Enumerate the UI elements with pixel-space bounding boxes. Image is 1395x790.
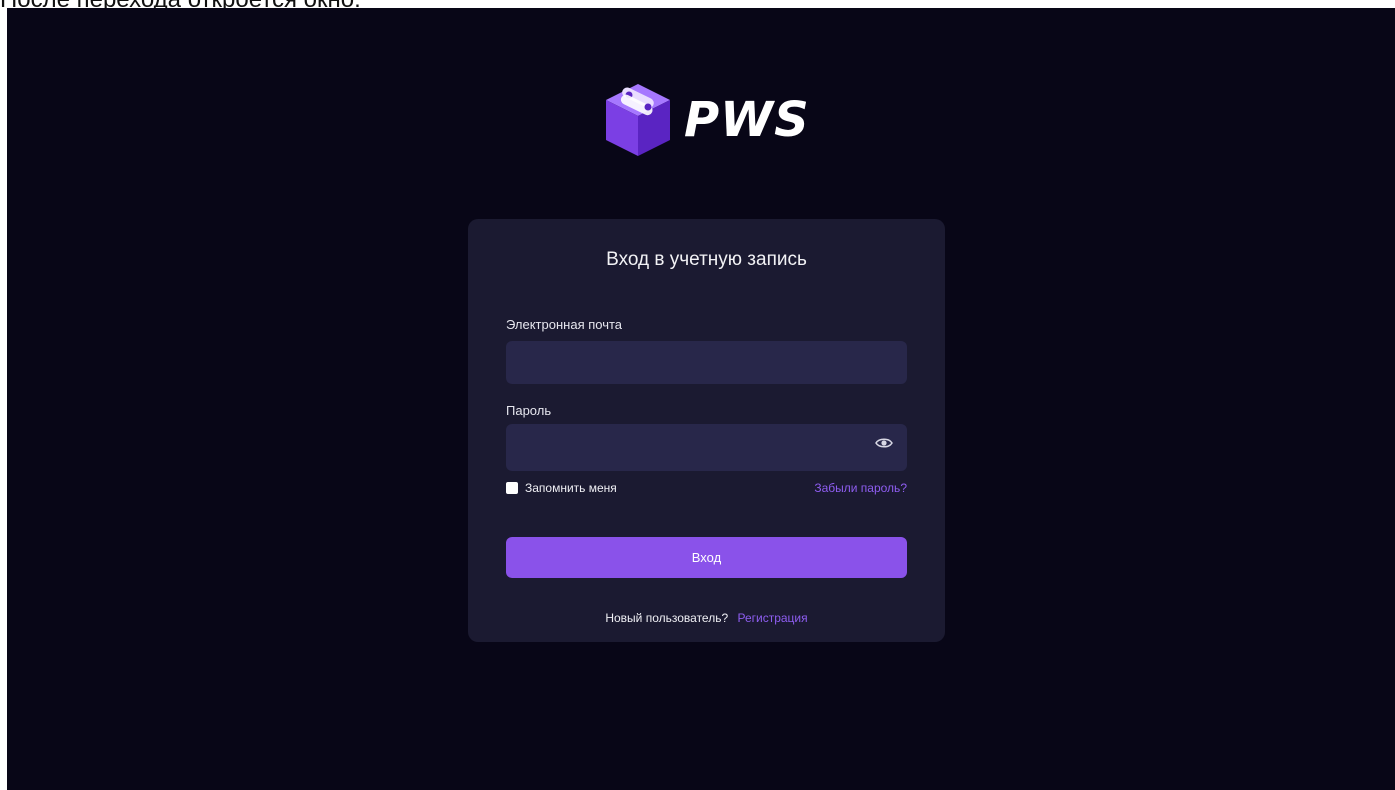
password-label: Пароль — [506, 403, 552, 418]
remember-me[interactable]: Запомнить меня — [506, 481, 617, 495]
register-link[interactable]: Регистрация — [737, 611, 807, 625]
cube-logo-icon — [606, 84, 670, 156]
register-prompt: Новый пользователь? Регистрация — [468, 611, 945, 625]
login-screen: PWS Вход в учетную запись Электронная по… — [7, 8, 1395, 790]
remember-label: Запомнить меня — [525, 481, 617, 495]
login-card: Вход в учетную запись Электронная почта … — [468, 219, 945, 642]
email-label: Электронная почта — [506, 317, 623, 332]
form-title: Вход в учетную запись — [606, 249, 807, 270]
login-button[interactable]: Вход — [506, 537, 907, 578]
email-input[interactable] — [506, 341, 907, 384]
new-user-text: Новый пользователь? — [605, 611, 729, 625]
password-input[interactable] — [506, 424, 907, 471]
forgot-password-link[interactable]: Забыли пароль? — [814, 481, 907, 495]
eye-icon[interactable] — [875, 436, 893, 450]
remember-checkbox[interactable] — [506, 482, 518, 494]
logo: PWS — [602, 80, 810, 160]
logo-text: PWS — [684, 92, 810, 148]
